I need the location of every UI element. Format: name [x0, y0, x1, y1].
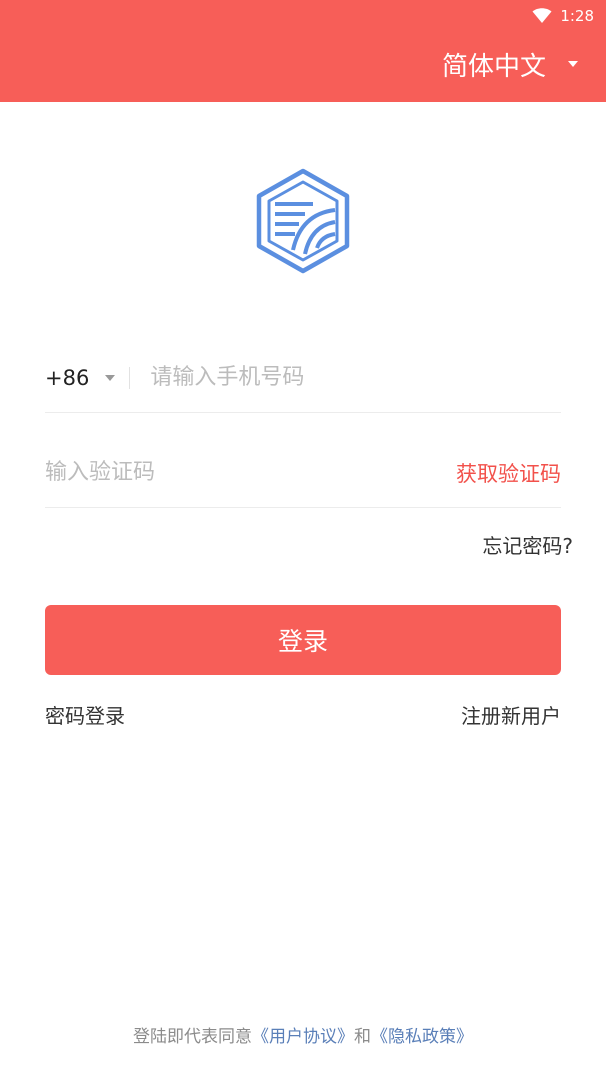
- app-logo-icon: [256, 168, 350, 274]
- login-button[interactable]: 登录: [45, 605, 561, 675]
- phone-row: +86: [45, 343, 561, 413]
- agreement-text: 登陆即代表同意《用户协议》和《隐私政策》: [0, 1022, 606, 1047]
- top-bar: 1:28 简体中文: [0, 0, 606, 102]
- agreement-and: 和: [354, 1027, 371, 1047]
- verification-code-input[interactable]: [45, 438, 456, 507]
- language-label: 简体中文: [441, 51, 546, 82]
- language-selector[interactable]: 简体中文: [442, 44, 578, 84]
- terms-link[interactable]: 《用户协议》: [252, 1027, 354, 1047]
- get-code-button[interactable]: 获取验证码: [456, 458, 561, 488]
- chevron-down-icon: [105, 374, 116, 381]
- register-link[interactable]: 注册新用户: [461, 700, 561, 729]
- country-code: +86: [45, 365, 90, 390]
- status-bar: 1:28: [532, 6, 594, 26]
- agreement-prefix: 登陆即代表同意: [133, 1027, 252, 1047]
- code-row: 获取验证码: [45, 438, 561, 508]
- chevron-down-icon: [568, 61, 578, 67]
- phone-input[interactable]: [150, 343, 561, 412]
- wifi-icon: [532, 8, 552, 23]
- country-code-selector[interactable]: +86: [45, 365, 116, 390]
- password-login-link[interactable]: 密码登录: [45, 700, 125, 729]
- privacy-link[interactable]: 《隐私政策》: [371, 1027, 473, 1047]
- forgot-password-link[interactable]: 忘记密码?: [482, 530, 573, 559]
- status-time: 1:28: [560, 7, 594, 25]
- divider: [129, 366, 131, 389]
